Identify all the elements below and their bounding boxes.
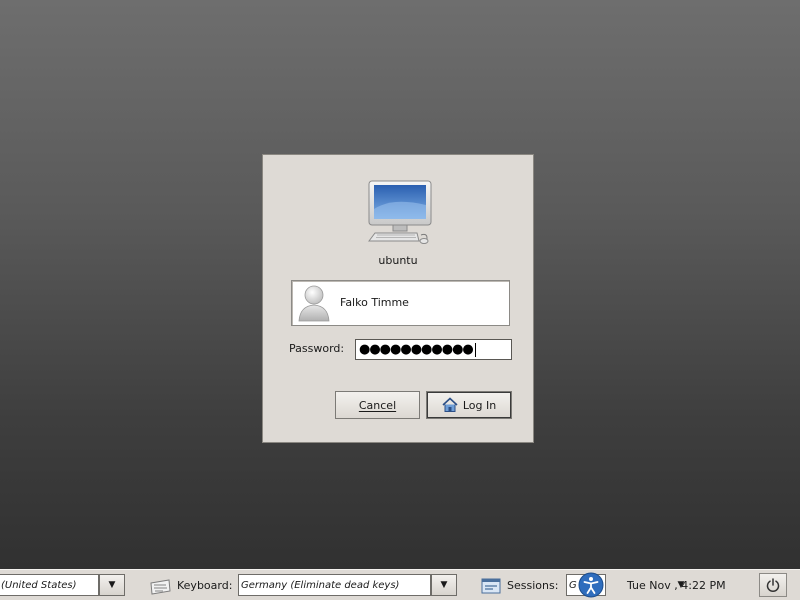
cancel-button[interactable]: Cancel (335, 391, 420, 419)
language-combo[interactable]: (United States) (0, 574, 99, 596)
keyboard-layout-combo[interactable]: Germany (Eliminate dead keys) (238, 574, 431, 596)
user-list-item[interactable]: Falko Timme (291, 280, 510, 326)
cancel-button-label: Cancel (358, 398, 397, 412)
bottom-panel: (United States) ▼ Keyboard: Germany (Eli… (0, 569, 800, 600)
sessions-value: G (569, 579, 577, 591)
hostname-label: ubuntu (378, 254, 418, 267)
password-label: Password: (289, 342, 345, 355)
password-value: ●●●●●●●●●●● (359, 342, 474, 357)
power-icon (766, 578, 780, 592)
accessibility-icon[interactable] (578, 572, 604, 598)
user-name-label: Falko Timme (340, 296, 409, 309)
power-button[interactable] (759, 573, 787, 597)
keyboard-layout-value: Germany (Eliminate dead keys) (241, 579, 400, 591)
home-icon (442, 397, 458, 412)
language-value: (United States) (1, 579, 77, 591)
password-field[interactable]: ●●●●●●●●●●● (355, 339, 512, 360)
login-button[interactable]: Log In (426, 391, 512, 419)
sessions-icon (481, 578, 501, 594)
computer-monitor-icon (368, 180, 432, 244)
text-caret (474, 342, 476, 357)
chevron-down-icon: ▼ (108, 580, 116, 590)
sessions-label: Sessions: (507, 579, 559, 592)
keyboard-icon (150, 579, 171, 595)
login-button-label: Log In (462, 398, 497, 412)
user-avatar-icon (298, 285, 330, 322)
chevron-down-icon: ▼ (677, 580, 685, 590)
keyboard-dropdown-button[interactable]: ▼ (431, 574, 457, 596)
language-dropdown-button[interactable]: ▼ (99, 574, 125, 596)
chevron-down-icon: ▼ (440, 580, 448, 590)
clock-dropdown-button[interactable]: ▼ (669, 574, 693, 596)
login-dialog: ubuntu Falko Timme Password: ●●●●●●●●●●●… (262, 154, 534, 443)
keyboard-label: Keyboard: (177, 579, 233, 592)
